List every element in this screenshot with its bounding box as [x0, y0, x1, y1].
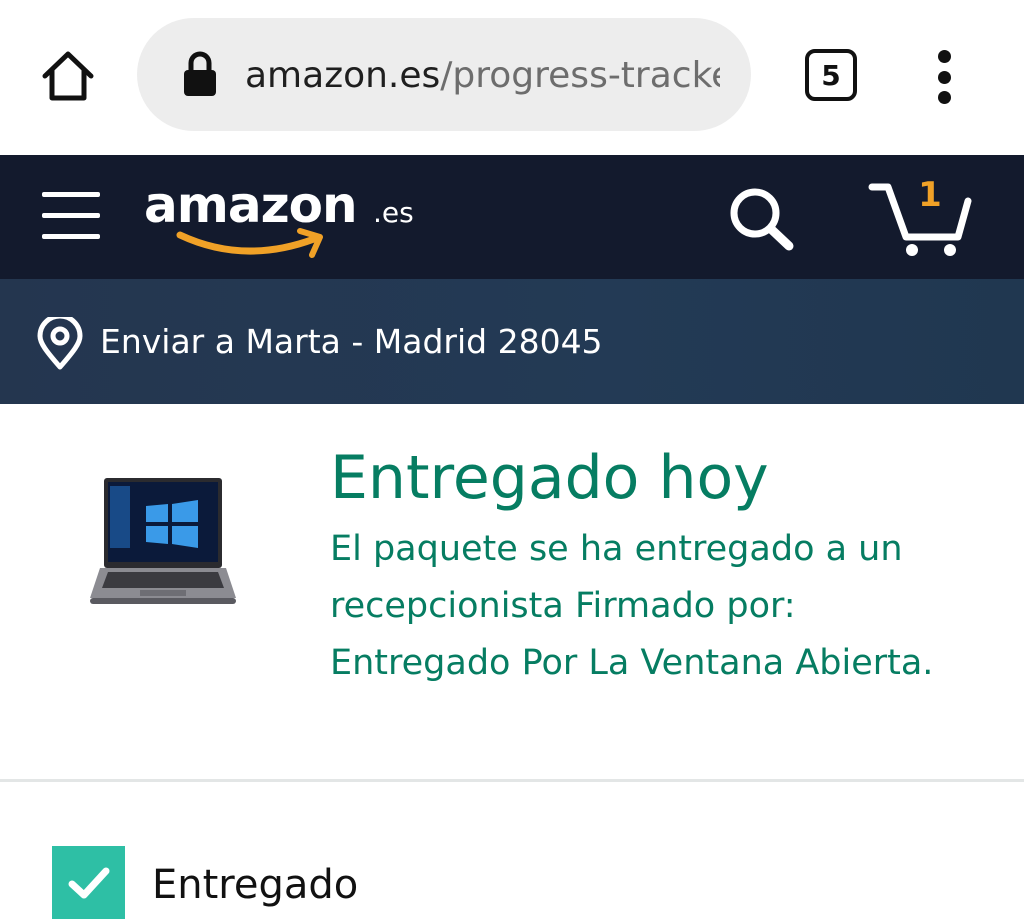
checkmark-icon: [68, 867, 109, 898]
url-domain: amazon.es: [245, 55, 441, 96]
tab-count: 5: [821, 58, 841, 92]
deliver-to-text: Enviar a Marta - Madrid 28045: [100, 322, 603, 361]
step-completed-indicator: [52, 846, 125, 919]
logo-tld: .es: [373, 196, 414, 229]
search-button[interactable]: [723, 182, 799, 254]
amazon-logo[interactable]: amazon .es: [144, 175, 434, 263]
home-icon: [42, 51, 94, 101]
url-text[interactable]: amazon.es/progress-tracke: [245, 52, 720, 100]
smile-arrow-icon: [176, 228, 323, 258]
location-pin-icon: [37, 317, 83, 370]
timeline-step-label: Entregado: [152, 862, 359, 908]
cart-count: 1: [918, 175, 942, 215]
delivery-status-title: Entregado hoy: [330, 443, 769, 513]
search-icon: [730, 188, 794, 251]
url-path: /progress-tracke: [440, 55, 720, 96]
delivery-status-detail: El paquete se ha entregado a un recepcio…: [330, 529, 934, 683]
more-vert-icon: [937, 50, 951, 63]
home-button[interactable]: [40, 48, 96, 104]
browser-toolbar: amazon.es/progress-tracke 5: [0, 0, 1024, 155]
tab-switcher-button[interactable]: 5: [805, 49, 857, 101]
cart-button[interactable]: 1: [866, 175, 976, 259]
browser-menu-button[interactable]: [926, 50, 962, 104]
section-divider: [0, 779, 1024, 782]
product-image[interactable]: [86, 476, 238, 616]
site-header: amazon .es 1: [0, 155, 1024, 279]
hamburger-icon: [42, 192, 100, 197]
hamburger-menu-button[interactable]: [42, 188, 100, 242]
order-status-section: Entregado hoy El paquete se ha entregado…: [0, 404, 1024, 780]
deliver-to-bar[interactable]: Enviar a Marta - Madrid 28045: [0, 279, 1024, 404]
lock-icon: [184, 51, 216, 96]
